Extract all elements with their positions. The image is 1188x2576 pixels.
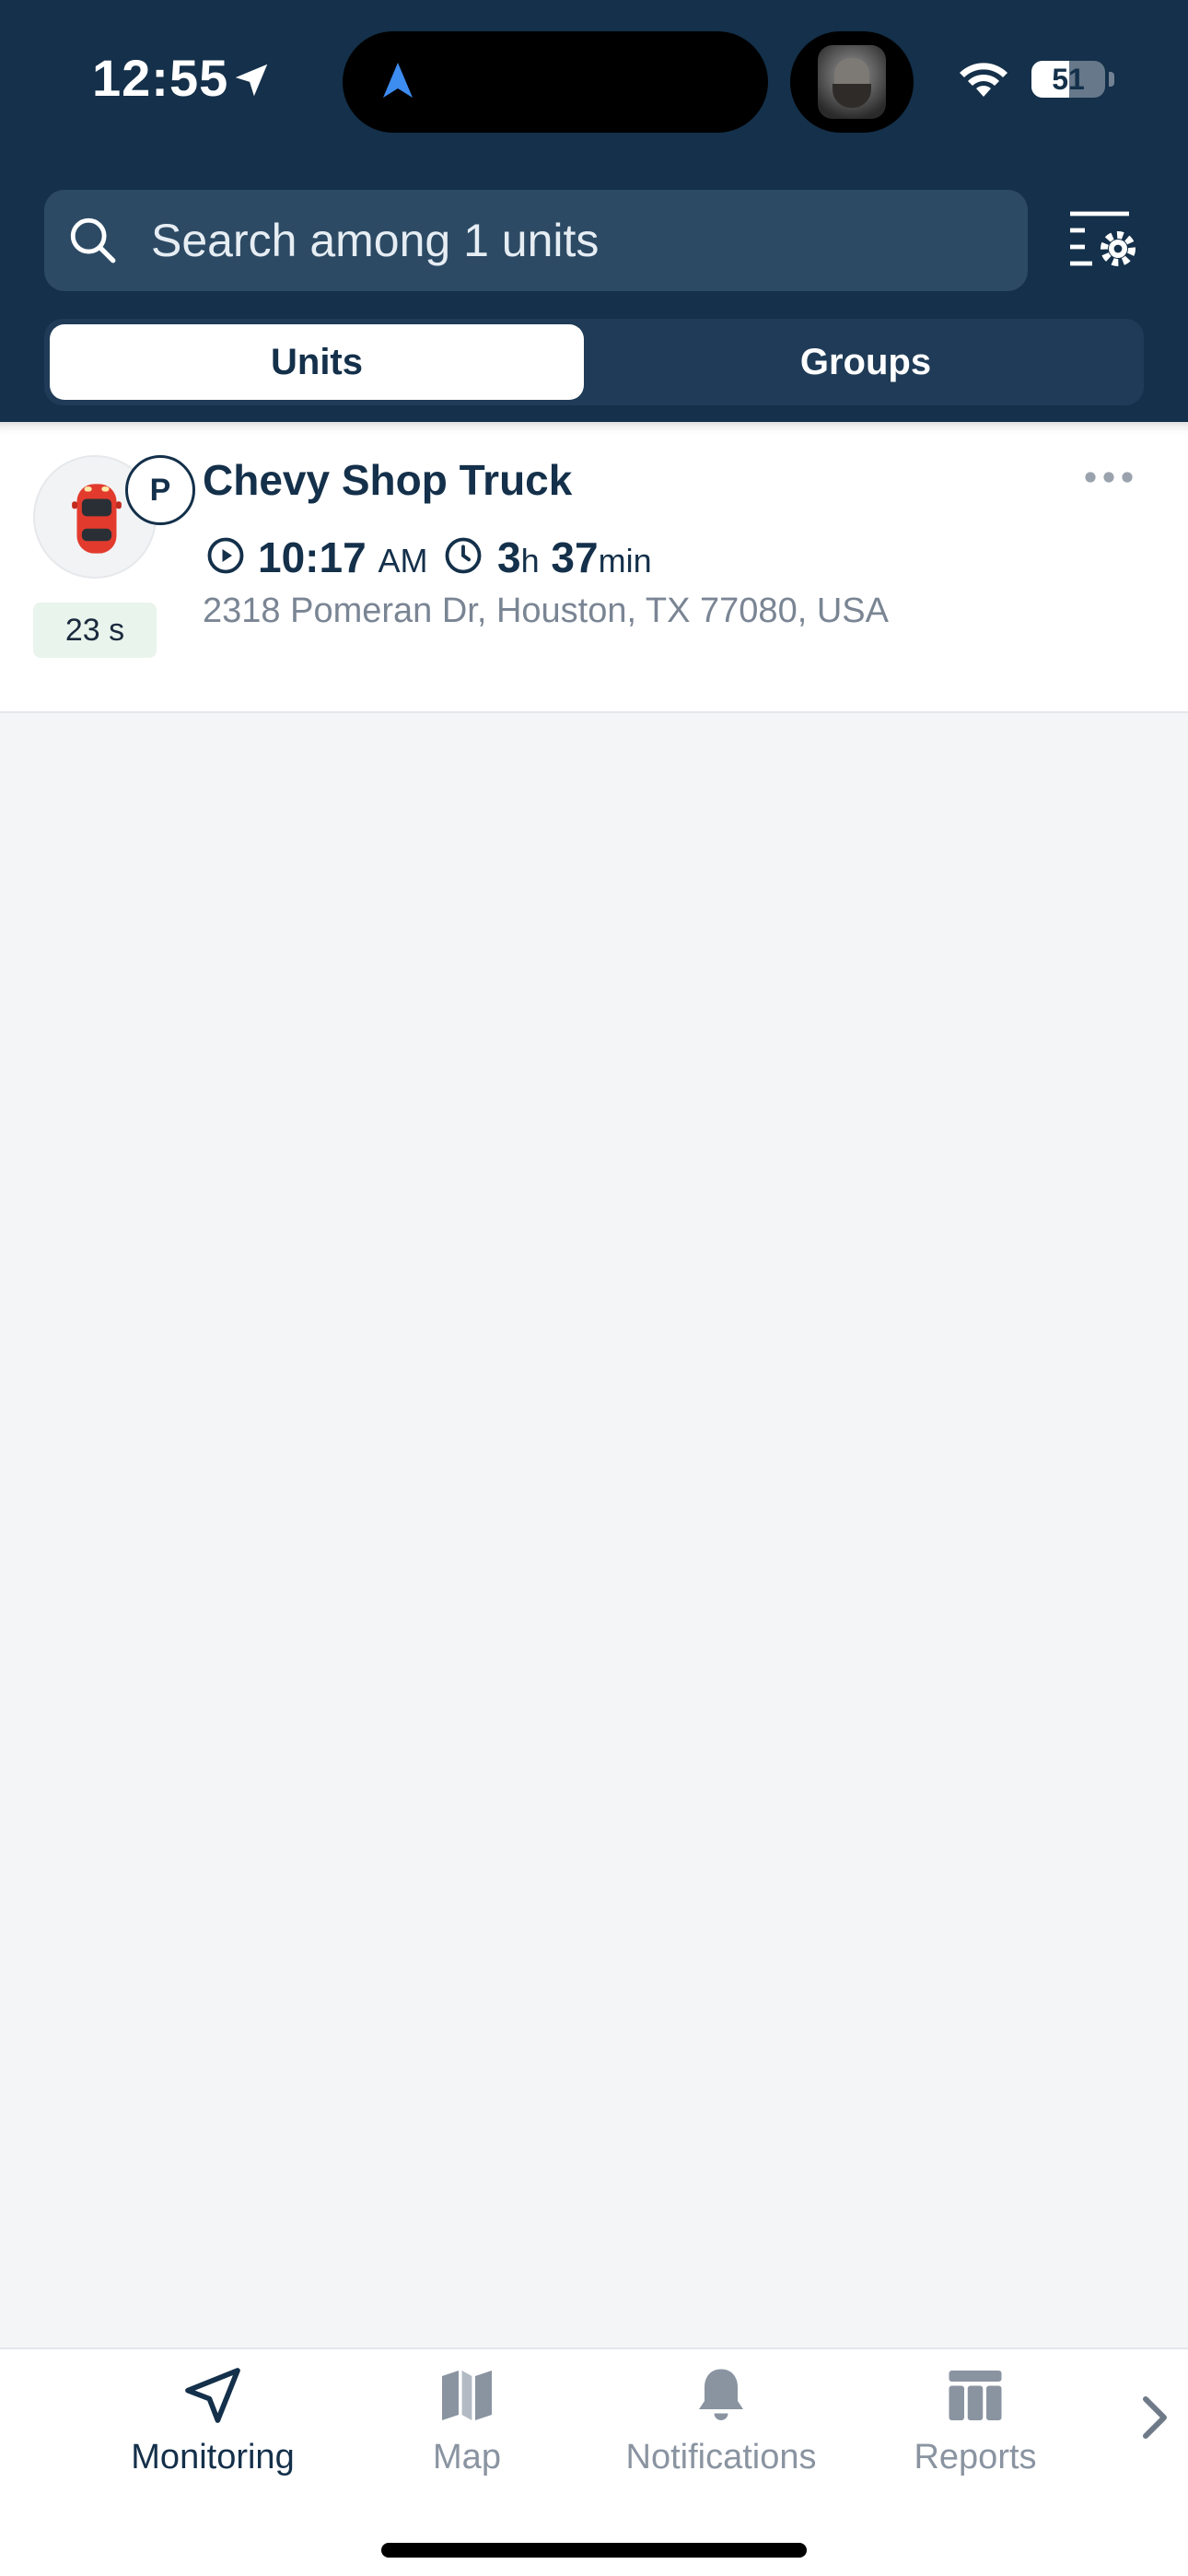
tab-notifications[interactable]: Notifications [601, 2362, 841, 2491]
tab-reports-label: Reports [914, 2438, 1037, 2476]
car-icon [72, 484, 122, 554]
live-activity-avatar [790, 31, 914, 133]
monitoring-screen: 12:55 51 Search among 1 units Units Grou… [0, 0, 1188, 2576]
navigation-indicator-icon [383, 63, 413, 98]
dynamic-island [343, 31, 768, 133]
tab-units[interactable]: Units [50, 324, 584, 400]
last-message-badge: 23 s [33, 603, 157, 658]
table-icon [949, 2371, 1002, 2420]
more-options-icon[interactable] [1083, 468, 1135, 486]
last-event-time-ampm: AM [378, 542, 428, 580]
unit-address: 2318 Pomeran Dr, Houston, TX 77080, USA [203, 591, 889, 630]
unit-name: Chevy Shop Truck [203, 456, 573, 504]
unit-list-item[interactable]: P 23 s Chevy Shop Truck 10:17 AM 3h 37mi… [0, 422, 1188, 713]
tab-groups[interactable]: Groups [599, 324, 1133, 400]
search-input[interactable] [151, 190, 998, 291]
status-time: 12:55 [92, 49, 229, 107]
duration-hours: 3 [497, 533, 521, 581]
navigation-arrow-icon [185, 2368, 240, 2423]
last-event-time: 10:17 AM [258, 533, 427, 582]
tab-map[interactable]: Map [347, 2362, 587, 2491]
tab-reports[interactable]: Reports [856, 2362, 1095, 2491]
battery-cap [1109, 72, 1114, 87]
battery-indicator: 51 [1031, 61, 1105, 98]
duration-minutes: 37 [551, 533, 599, 581]
chevron-right-icon[interactable] [1131, 2390, 1179, 2445]
parking-duration: 3h 37min [497, 533, 652, 582]
bell-icon [699, 2369, 743, 2420]
parked-status-badge: P [125, 455, 195, 525]
tab-monitoring-label: Monitoring [131, 2438, 295, 2476]
play-circle-icon [207, 537, 244, 574]
home-indicator [381, 2543, 807, 2558]
search-icon [70, 217, 116, 263]
bottom-tab-bar: Monitoring Map Notifications Reports [0, 2348, 1188, 2576]
last-event-time-value: 10:17 [258, 533, 367, 581]
avatar [818, 45, 886, 119]
tab-map-label: Map [433, 2438, 501, 2476]
units-groups-switch: Units Groups [44, 319, 1144, 405]
battery-percent: 51 [1052, 62, 1085, 96]
clock-icon [445, 537, 482, 574]
unit-meta-row: 10:17 AM 3h 37min [203, 523, 1031, 588]
status-bar: 12:55 51 [0, 0, 1188, 157]
wifi-icon [960, 63, 1007, 97]
header: 12:55 51 Search among 1 units Units Grou… [0, 0, 1188, 422]
map-icon [442, 2371, 492, 2420]
duration-minutes-unit: min [598, 542, 652, 580]
location-arrow-icon [235, 64, 268, 97]
search-bar[interactable] [44, 190, 1028, 291]
tab-monitoring[interactable]: Monitoring [93, 2362, 332, 2491]
duration-hours-unit: h [520, 542, 540, 580]
list-settings-icon[interactable] [1068, 208, 1142, 273]
tab-notifications-label: Notifications [625, 2438, 817, 2476]
